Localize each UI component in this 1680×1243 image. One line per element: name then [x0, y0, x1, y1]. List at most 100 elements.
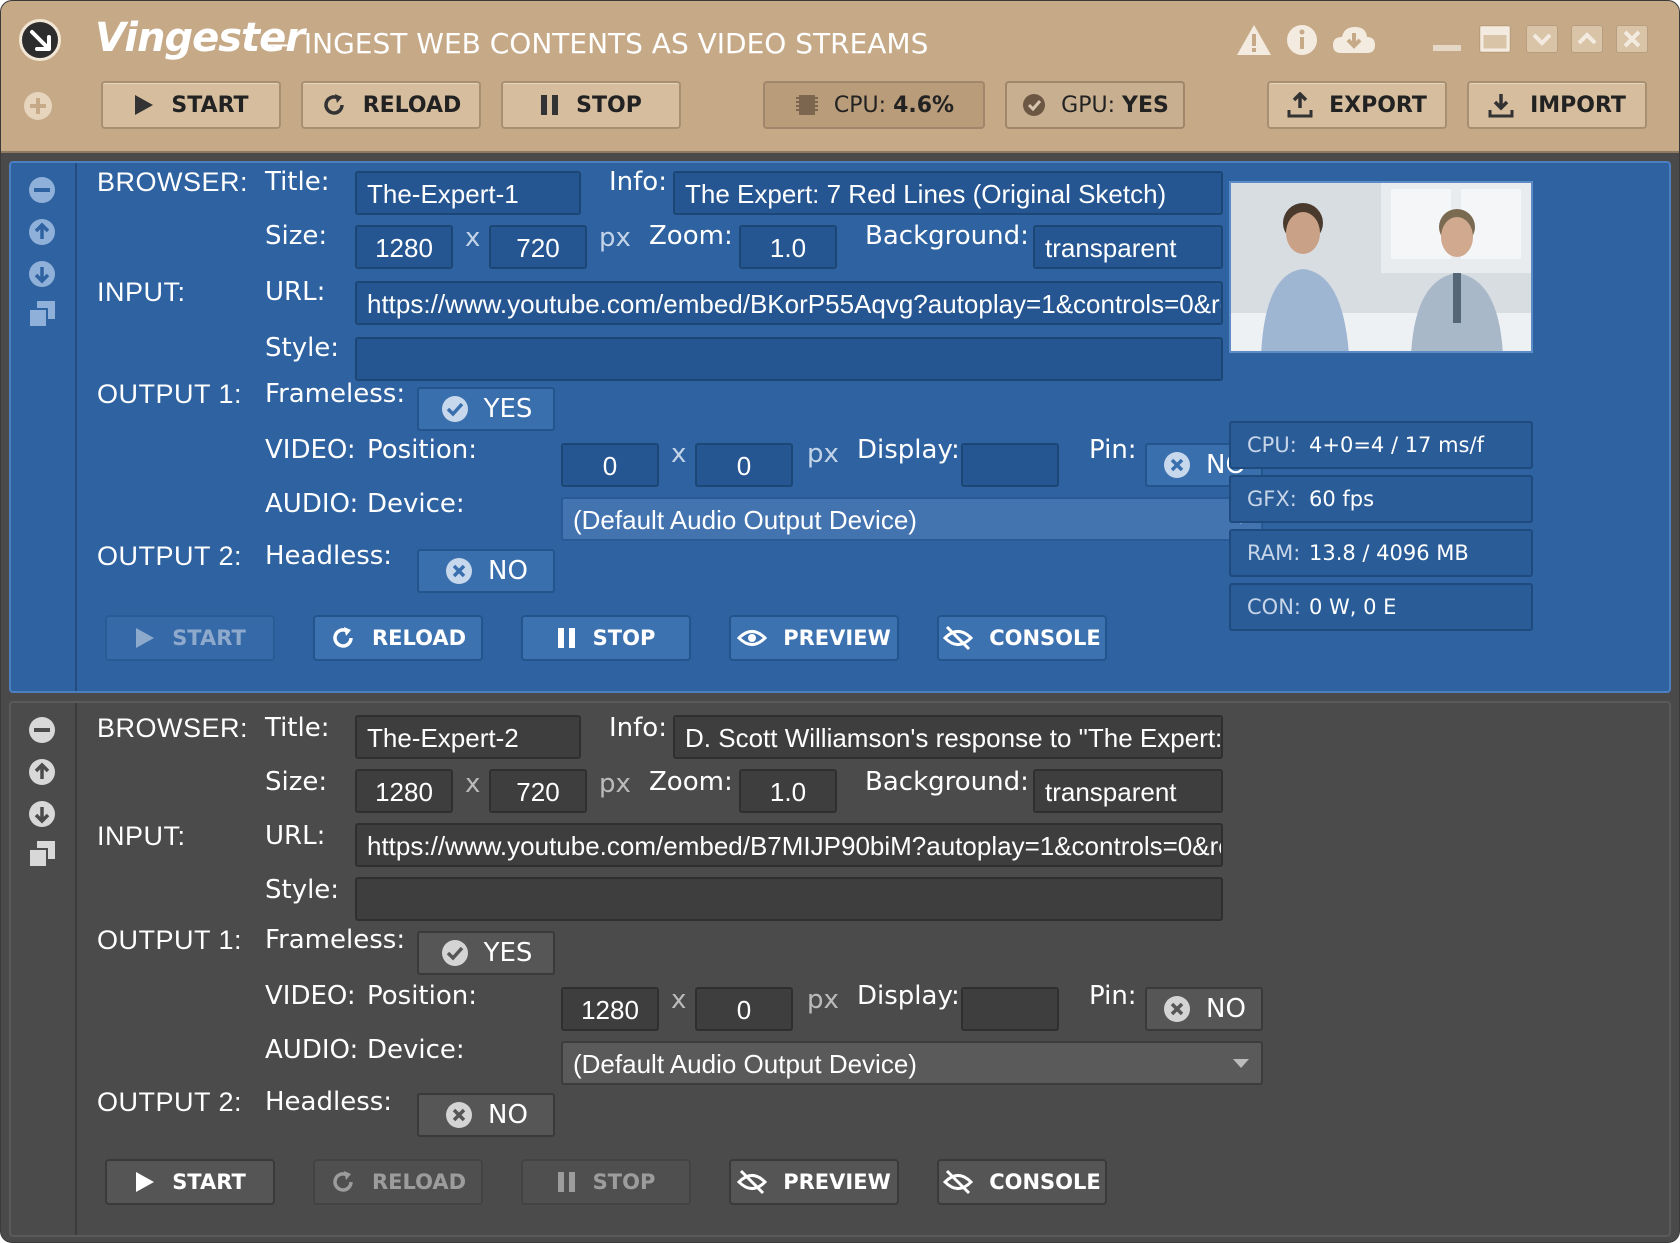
section-output1-label: OUTPUT 1: [97, 379, 243, 409]
reload-all-button[interactable]: RELOAD [301, 81, 481, 129]
export-label: EXPORT [1329, 92, 1427, 118]
title-field[interactable]: The-Expert-2 [355, 715, 581, 759]
size-label: Size: [265, 767, 328, 797]
position-label: Position: [367, 435, 477, 465]
style-field[interactable] [355, 877, 1223, 921]
reload-button[interactable]: RELOAD [313, 1159, 483, 1205]
start-all-button[interactable]: START [101, 81, 281, 129]
close-icon[interactable] [1616, 25, 1648, 53]
headless-label: Headless: [265, 541, 393, 571]
frameless-toggle[interactable]: YES [417, 387, 555, 431]
cloud-download-icon[interactable] [1331, 23, 1377, 57]
audio-device-value: (Default Audio Output Device) [573, 505, 917, 535]
clone-icon[interactable] [27, 299, 57, 329]
display-field[interactable] [961, 987, 1059, 1031]
stop-all-button[interactable]: STOP [501, 81, 681, 129]
vingester-logo-icon [19, 19, 61, 61]
url-field[interactable]: https://www.youtube.com/embed/B7MIJP90bi… [355, 823, 1223, 867]
add-icon[interactable] [23, 91, 53, 121]
zoom-field[interactable]: 1.0 [739, 225, 837, 269]
zoom-label: Zoom: [649, 221, 733, 251]
start-all-label: START [171, 92, 249, 118]
background-field[interactable]: transparent [1033, 225, 1223, 269]
reload-icon [333, 627, 353, 648]
info-field[interactable]: D. Scott Williamson's response to "The E… [673, 715, 1223, 759]
move-up-icon[interactable] [27, 217, 57, 247]
pos-x-field[interactable]: 0 [561, 443, 659, 487]
chevron-down-icon[interactable] [1526, 25, 1558, 53]
remove-icon[interactable] [27, 175, 57, 205]
pos-y-field[interactable]: 0 [695, 987, 793, 1031]
background-label: Background: [865, 221, 1029, 251]
move-down-icon[interactable] [27, 799, 57, 829]
start-label: START [172, 626, 246, 650]
play-icon [136, 628, 155, 648]
play-icon [135, 95, 154, 115]
reload-label: RELOAD [371, 626, 467, 650]
warning-icon[interactable] [1235, 23, 1273, 57]
stop-button[interactable]: STOP [521, 615, 691, 661]
minimize-icon[interactable] [1431, 23, 1463, 57]
device-label: Device: [367, 1035, 465, 1065]
move-up-icon[interactable] [27, 757, 57, 787]
background-field[interactable]: transparent [1033, 769, 1223, 813]
chevron-down-icon [1233, 1059, 1249, 1068]
title-field[interactable]: The-Expert-1 [355, 171, 581, 215]
height-field[interactable]: 720 [489, 769, 587, 813]
move-down-icon[interactable] [27, 259, 57, 289]
info-field[interactable]: The Expert: 7 Red Lines (Original Sketch… [673, 171, 1223, 215]
chevron-up-icon[interactable] [1571, 25, 1603, 53]
clone-icon[interactable] [27, 839, 57, 869]
info-icon[interactable] [1285, 23, 1323, 57]
width-field[interactable]: 1280 [355, 225, 453, 269]
preview-label: PREVIEW [783, 626, 891, 650]
height-field[interactable]: 720 [489, 225, 587, 269]
console-button[interactable]: CONSOLE [937, 615, 1107, 661]
reload-icon [323, 94, 344, 115]
display-field[interactable] [961, 443, 1059, 487]
frameless-toggle[interactable]: YES [417, 931, 555, 975]
device-label: Device: [367, 489, 465, 519]
pos-y-field[interactable]: 0 [695, 443, 793, 487]
url-label: URL: [265, 277, 326, 307]
eye-slash-icon [943, 1169, 974, 1195]
cpu-status: CPU: 4.6% [763, 81, 985, 129]
start-button[interactable]: START [105, 1159, 275, 1205]
frameless-value: YES [483, 938, 533, 968]
import-button[interactable]: IMPORT [1467, 81, 1647, 129]
pos-px-label: px [807, 439, 839, 469]
size-x-label: x [465, 223, 481, 253]
audio-device-select[interactable]: (Default Audio Output Device) [561, 1041, 1263, 1085]
title-label: Title: [265, 167, 330, 197]
start-button[interactable]: START [105, 615, 275, 661]
preview-button[interactable]: PREVIEW [729, 1159, 899, 1205]
check-circle-icon [1023, 94, 1046, 116]
url-field[interactable]: https://www.youtube.com/embed/BKorP55Aqv… [355, 281, 1223, 325]
browser-panel-1: BROWSER: INPUT: OUTPUT 1: OUTPUT 2: Titl… [9, 161, 1671, 693]
reload-all-label: RELOAD [362, 92, 462, 118]
stat-con: CON: 0 W, 0 E [1229, 583, 1533, 631]
x-circle-icon [446, 558, 473, 584]
remove-icon[interactable] [27, 715, 57, 745]
headless-toggle[interactable]: NO [417, 1093, 555, 1137]
export-button[interactable]: EXPORT [1267, 81, 1447, 129]
pos-x-field[interactable]: 1280 [561, 987, 659, 1031]
audio-device-select[interactable]: (Default Audio Output Device) [561, 497, 1263, 541]
stop-button[interactable]: STOP [521, 1159, 691, 1205]
console-button[interactable]: CONSOLE [937, 1159, 1107, 1205]
video-label: VIDEO: [265, 435, 356, 465]
width-field[interactable]: 1280 [355, 769, 453, 813]
app-header: Vingester — INGEST WEB CONTENTS AS VIDEO… [1, 1, 1679, 153]
pin-label: Pin: [1089, 981, 1137, 1011]
headless-toggle[interactable]: NO [417, 549, 555, 593]
zoom-field[interactable]: 1.0 [739, 769, 837, 813]
style-field[interactable] [355, 337, 1223, 381]
pin-toggle[interactable]: NO [1145, 987, 1263, 1031]
preview-label: PREVIEW [783, 1170, 891, 1194]
stat-con-value: 0 W, 0 E [1309, 595, 1397, 619]
reload-button[interactable]: RELOAD [313, 615, 483, 661]
preview-button[interactable]: PREVIEW [729, 615, 899, 661]
size-x-label: x [465, 769, 481, 799]
maximize-icon[interactable] [1479, 25, 1511, 53]
display-label: Display: [857, 981, 960, 1011]
